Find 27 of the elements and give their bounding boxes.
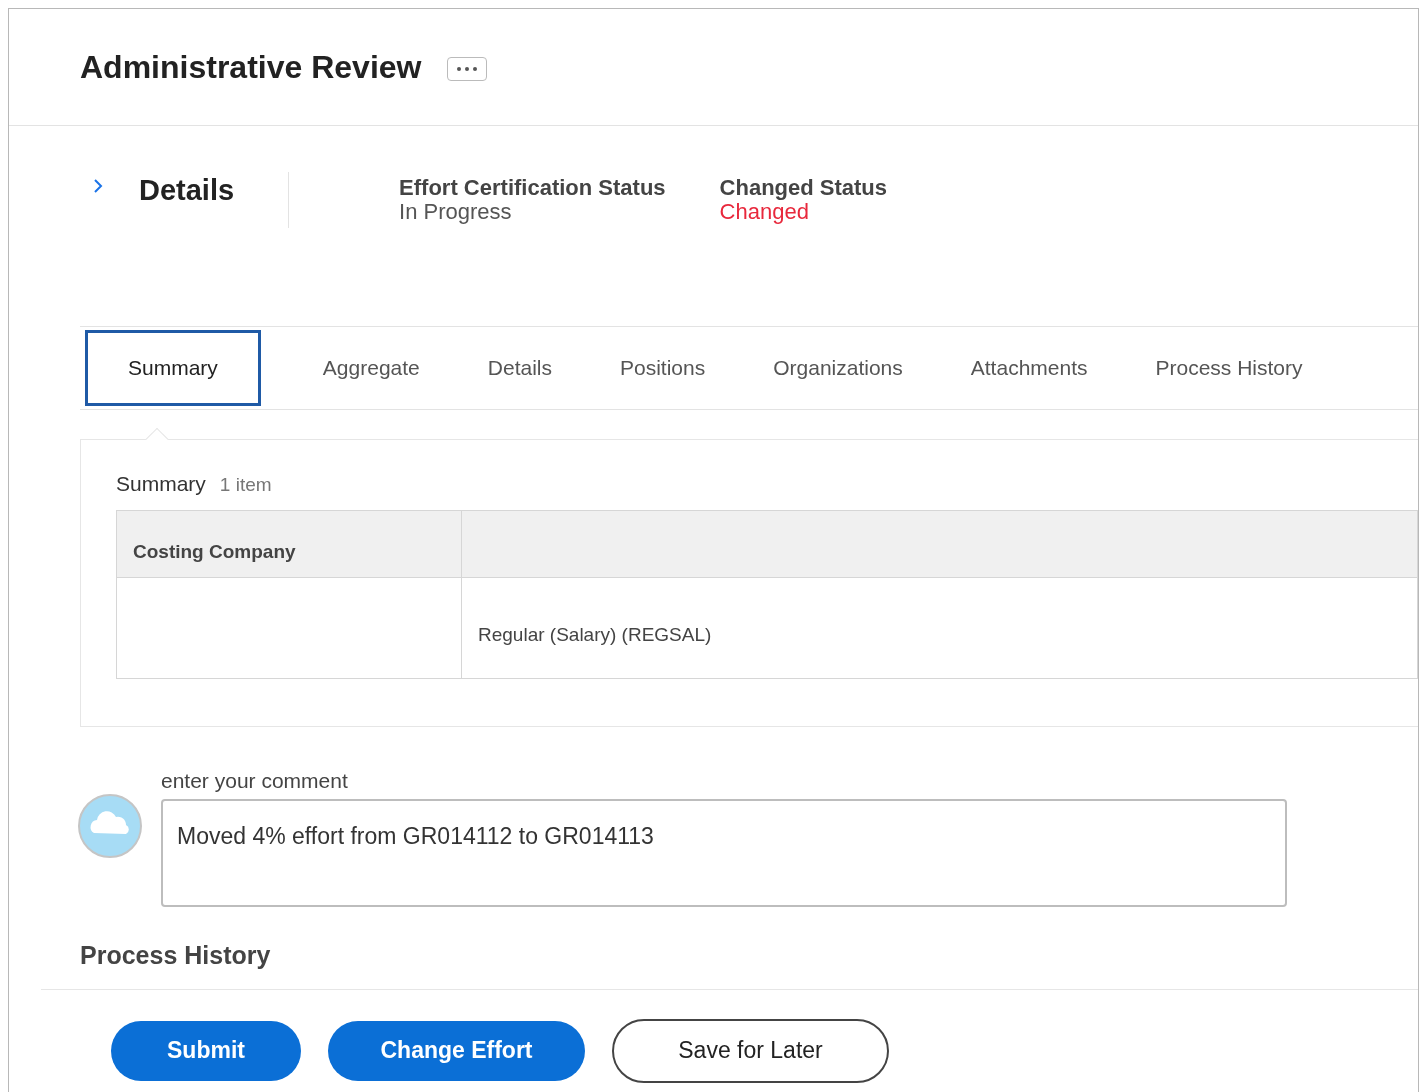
chevron-right-icon (93, 178, 103, 194)
tab[interactable]: Attachments (936, 330, 1122, 406)
tab[interactable]: Organizations (739, 330, 937, 406)
more-icon (455, 66, 480, 72)
page-title: Administrative Review (80, 48, 422, 87)
table-title: Summary (116, 471, 206, 497)
action-button[interactable]: Change Effort (328, 1020, 585, 1081)
comment-field[interactable]: Moved 4% effort from GR014112 to GR014113 (161, 799, 1287, 907)
field-label: Effort Certification Status (399, 176, 666, 200)
item-count: 1 item (219, 473, 272, 497)
section-heading: Process History (80, 940, 272, 971)
tab[interactable]: Aggregate (288, 330, 454, 406)
more-button[interactable] (447, 57, 488, 81)
table-cell: Regular (Salary) (REGSAL) (461, 577, 1418, 678)
tab[interactable]: Details (453, 330, 586, 406)
field-value: In Progress (399, 200, 513, 224)
tab[interactable]: Process History (1121, 330, 1337, 406)
field-value: Changed (719, 200, 809, 224)
field-label: enter your comment (161, 769, 349, 793)
tab[interactable]: Positions (586, 330, 740, 406)
action-button[interactable]: Save for Later (612, 1018, 889, 1083)
action-button[interactable]: Submit (111, 1020, 301, 1081)
field-label: Changed Status (719, 176, 888, 200)
column-header: Costing Company (116, 510, 462, 577)
section-heading: Details (139, 173, 235, 208)
tab[interactable]: Summary (85, 330, 261, 406)
avatar-icon (78, 793, 142, 859)
